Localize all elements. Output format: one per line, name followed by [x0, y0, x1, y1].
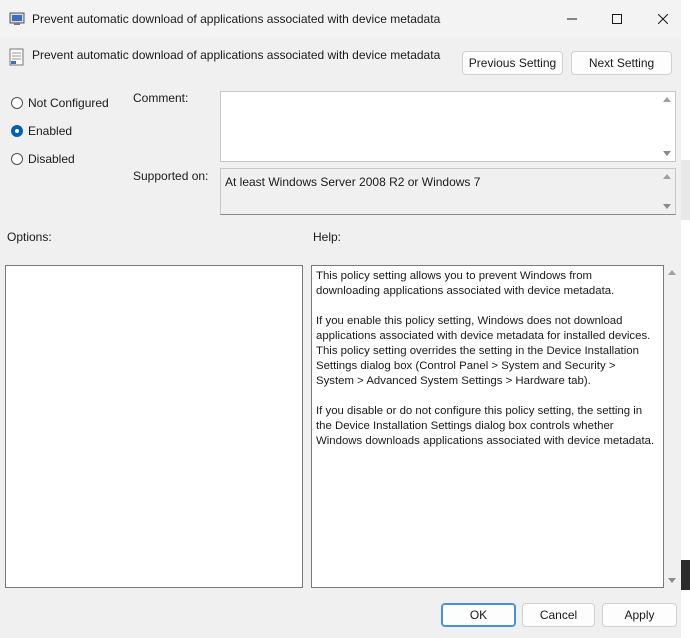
maximize-icon — [612, 14, 622, 24]
setting-icon — [9, 48, 25, 69]
background-strip-dark — [681, 160, 690, 220]
policy-setting-icon — [9, 11, 25, 30]
scroll-down-icon[interactable] — [663, 204, 671, 209]
supported-on-value: At least Windows Server 2008 R2 or Windo… — [225, 175, 481, 189]
ok-button[interactable]: OK — [441, 603, 516, 627]
close-button[interactable] — [640, 0, 686, 38]
options-panel[interactable] — [5, 265, 303, 588]
background-window-edge — [681, 0, 690, 638]
help-paragraph: If you disable or do not configure this … — [316, 405, 655, 447]
apply-button[interactable]: Apply — [602, 603, 677, 627]
radio-disabled-label: Disabled — [28, 152, 75, 166]
radio-not-configured-label: Not Configured — [28, 96, 109, 110]
radio-not-configured-circle[interactable] — [11, 97, 23, 109]
setting-title: Prevent automatic download of applicatio… — [32, 48, 441, 62]
options-label: Options: — [7, 230, 52, 244]
next-setting-button[interactable]: Next Setting — [571, 51, 672, 75]
minimize-icon — [567, 18, 577, 20]
scroll-up-icon[interactable] — [668, 270, 676, 275]
help-paragraph: This policy setting allows you to preven… — [316, 270, 615, 297]
radio-disabled-circle[interactable] — [11, 153, 23, 165]
policy-dialog-window: Prevent automatic download of applicatio… — [0, 0, 682, 638]
comment-scrollbar[interactable] — [660, 92, 675, 161]
window-title: Prevent automatic download of applicatio… — [32, 12, 441, 26]
radio-enabled-circle[interactable] — [11, 125, 23, 137]
minimize-button[interactable] — [549, 0, 595, 38]
supported-on-field: At least Windows Server 2008 R2 or Windo… — [220, 168, 676, 215]
help-text: This policy setting allows you to preven… — [316, 269, 656, 464]
scroll-up-icon[interactable] — [663, 97, 671, 102]
comment-label: Comment: — [133, 91, 189, 105]
help-scrollbar[interactable] — [665, 265, 680, 588]
radio-not-configured[interactable]: Not Configured — [11, 95, 109, 111]
title-bar[interactable]: Prevent automatic download of applicatio… — [0, 0, 681, 38]
help-label: Help: — [313, 230, 342, 244]
radio-disabled[interactable]: Disabled — [11, 151, 75, 167]
supported-on-label: Supported on: — [133, 169, 209, 183]
maximize-button[interactable] — [594, 0, 640, 38]
scroll-down-icon[interactable] — [663, 151, 671, 156]
close-icon — [658, 14, 668, 24]
help-paragraph: If you enable this policy setting, Windo… — [316, 315, 651, 387]
supported-on-scrollbar[interactable] — [660, 169, 675, 214]
comment-field[interactable] — [220, 91, 676, 162]
background-strip-dark — [681, 560, 690, 590]
scroll-down-icon[interactable] — [668, 578, 676, 583]
previous-setting-button[interactable]: Previous Setting — [462, 51, 563, 75]
radio-enabled[interactable]: Enabled — [11, 123, 72, 139]
scroll-up-icon[interactable] — [663, 174, 671, 179]
cancel-button[interactable]: Cancel — [522, 603, 595, 627]
help-panel[interactable]: This policy setting allows you to preven… — [311, 265, 664, 588]
radio-enabled-label: Enabled — [28, 124, 73, 138]
